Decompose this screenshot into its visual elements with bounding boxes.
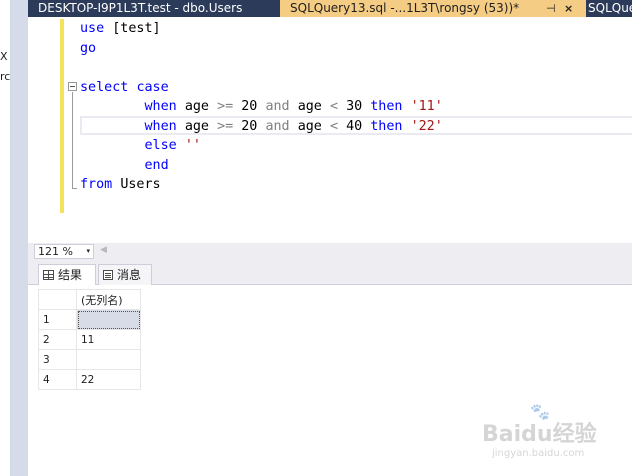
sql-editor[interactable]: use [test] go select case when age >= 20… <box>28 17 632 243</box>
left-fragment-1: X <box>0 50 8 63</box>
code-line-1: use [test] <box>80 21 161 36</box>
table-row: 3 <box>38 349 141 370</box>
tab-sqlquery13-label: SQLQuery13.sql -...1L3T\rongsy (53))* <box>290 1 520 15</box>
results-tab-strip: 结果 消息 <box>28 261 632 285</box>
outline-guide <box>72 92 73 189</box>
grid-cell[interactable]: 22 <box>76 369 141 390</box>
zoom-select[interactable]: 121 % ▾ <box>34 244 94 259</box>
grid-cell[interactable] <box>76 309 141 330</box>
chevron-down-icon[interactable]: ▾ <box>86 245 90 258</box>
tab-sqlquery10[interactable]: SQLQuery10 <box>586 0 632 17</box>
zoom-bar: 121 % ▾ ◀ <box>28 243 632 261</box>
row-number[interactable]: 3 <box>38 349 77 370</box>
left-fragment-2: rc <box>0 70 11 83</box>
code-line-2: go <box>80 40 97 56</box>
table-row: 4 22 <box>38 369 141 390</box>
table-row: 1 <box>38 309 141 330</box>
document-tab-bar: DESKTOP-I9P1L3T.test - dbo.Users SQLQuer… <box>28 0 632 17</box>
close-icon[interactable]: × <box>564 0 573 17</box>
collapse-toggle-icon[interactable] <box>68 82 77 91</box>
watermark-url: jingyan.baidu.com <box>492 448 585 459</box>
change-tracking-bar <box>60 19 64 213</box>
column-header[interactable]: (无列名) <box>76 289 141 310</box>
code-line-6: when age >= 20 and age < 40 then '22' <box>144 118 443 134</box>
grid-header-row: (无列名) <box>38 289 141 310</box>
tab-results[interactable]: 结果 <box>38 264 96 285</box>
grid-cell[interactable]: 11 <box>76 329 141 350</box>
message-icon <box>103 270 113 280</box>
tab-messages[interactable]: 消息 <box>98 264 152 285</box>
row-number[interactable]: 2 <box>38 329 77 350</box>
code-line-4: select case <box>80 79 169 95</box>
grid-icon <box>43 270 54 280</box>
tab-users-table[interactable]: DESKTOP-I9P1L3T.test - dbo.Users <box>28 0 280 17</box>
row-number[interactable]: 4 <box>38 369 77 390</box>
tab-sqlquery13[interactable]: SQLQuery13.sql -...1L3T\rongsy (53))* ⊣ … <box>280 0 586 17</box>
scroll-left-icon[interactable]: ◀ <box>100 245 107 255</box>
outline-guide-end <box>72 188 77 189</box>
pin-icon[interactable]: ⊣ <box>546 0 556 17</box>
watermark-text: Baidu经验 <box>482 422 597 447</box>
code-line-5: when age >= 20 and age < 30 then '11' <box>144 99 443 114</box>
grid-corner[interactable] <box>38 289 77 310</box>
code-line-9: from Users <box>80 177 161 192</box>
tab-messages-label: 消息 <box>117 268 142 282</box>
tab-results-label: 结果 <box>58 268 83 282</box>
grid-cell[interactable] <box>76 349 141 370</box>
zoom-value: 121 % <box>38 245 73 258</box>
results-grid: (无列名) 1 2 11 3 4 22 <box>38 289 141 390</box>
object-explorer-strip: X rc <box>0 0 11 476</box>
table-row: 2 11 <box>38 329 141 350</box>
code-line-8: end <box>144 157 169 173</box>
watermark: 🐾 Baidu经验 jingyan.baidu.com <box>480 402 628 472</box>
code-line-7: else '' <box>144 138 201 153</box>
left-gutter <box>11 0 28 476</box>
row-number[interactable]: 1 <box>38 309 77 330</box>
